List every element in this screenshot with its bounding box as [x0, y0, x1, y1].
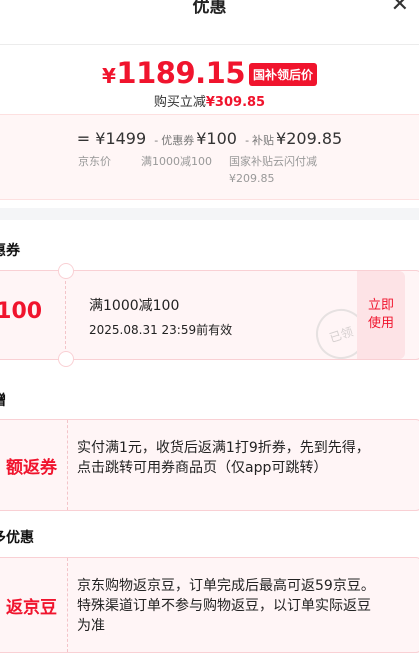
coupon-card[interactable]: ¥100 满1000减100 2025.08.31 23:59前有效 已领 立即…: [0, 263, 419, 367]
subsidy-caption-line1: 国家补贴云闪付减: [229, 155, 317, 168]
final-price: ¥1189.15: [101, 56, 246, 90]
more-section-title: 多优惠: [0, 530, 34, 546]
coupon-caption: 满1000减100: [141, 155, 212, 168]
price-tag-badge: 国补领后价: [249, 62, 318, 86]
beans-label-text: 返京豆: [6, 597, 57, 618]
subsidy-caption-line2: ¥209.85: [229, 172, 275, 185]
final-price-amount: 1189.15: [116, 56, 245, 90]
minus-sign: -: [154, 134, 159, 147]
coupon-section-title: 惠券: [0, 243, 20, 259]
subsidy-label: 补贴: [252, 134, 275, 147]
coupon-label: 优惠券: [161, 134, 195, 147]
header-divider: [0, 44, 419, 45]
gift-card-label: 额返券: [0, 420, 65, 510]
beans-card[interactable]: 返京豆 京东购物返京豆，订单完成后最高可返59京豆。特殊渠道订单不参与购物返豆，…: [0, 557, 419, 653]
beans-card-divider: [67, 558, 68, 652]
final-price-row: ¥1189.15 国补领后价: [0, 56, 419, 90]
equals-sign: =: [76, 129, 91, 148]
coupon-amount: ¥100: [0, 299, 42, 324]
gift-label-text: 额返券: [6, 457, 57, 478]
coupon-notch-bottom: [58, 351, 74, 367]
beans-card-label: 返京豆: [0, 558, 65, 652]
coupon-value: ¥100: [196, 129, 237, 148]
coupon-amount-value: 100: [0, 299, 43, 324]
price-breakdown: = ¥1499 - 优惠券 ¥100 - 补贴 ¥209.85 京东价 满1000减10…: [0, 114, 419, 200]
close-icon[interactable]: ✕: [391, 0, 409, 16]
use-coupon-label: 立即使用: [367, 298, 394, 331]
beans-description: 京东购物返京豆，订单完成后最高可返59京豆。特殊渠道订单不参与购物返豆，以订单实…: [77, 578, 375, 634]
gift-description: 实付满1元，收货后返满1打9折券，先到先得，点击跳转可用券商品页（仅app可跳转…: [77, 440, 370, 476]
breakdown-formula: = ¥1499 - 优惠券 ¥100 - 补贴 ¥209.85: [0, 129, 419, 148]
gift-card[interactable]: 额返券 实付满1元，收货后返满1打9折券，先到先得，点击跳转可用券商品页（仅ap…: [0, 419, 419, 511]
discount-label: 购买立减: [153, 95, 206, 110]
page-title: 优惠: [192, 0, 227, 17]
discount-amount: ¥309.85: [205, 95, 266, 110]
coupon-expiry: 2025.08.31 23:59前有效: [89, 323, 233, 337]
subsidy-value: ¥209.85: [276, 129, 343, 148]
minus-sign: -: [245, 134, 250, 147]
coupon-notch-top: [58, 263, 74, 279]
jd-price-value: ¥1499: [95, 129, 147, 148]
coupon-divider: [65, 271, 66, 359]
gift-card-divider: [67, 420, 68, 510]
gift-section-title: 赠: [0, 390, 6, 410]
discount-summary: 购买立减¥309.85: [0, 91, 419, 110]
jd-price-caption: 京东价: [78, 155, 111, 168]
currency-symbol: ¥: [101, 64, 116, 88]
section-gap: [0, 208, 419, 220]
use-coupon-button[interactable]: 立即使用: [357, 271, 405, 359]
coupon-name: 满1000减100: [89, 298, 180, 314]
